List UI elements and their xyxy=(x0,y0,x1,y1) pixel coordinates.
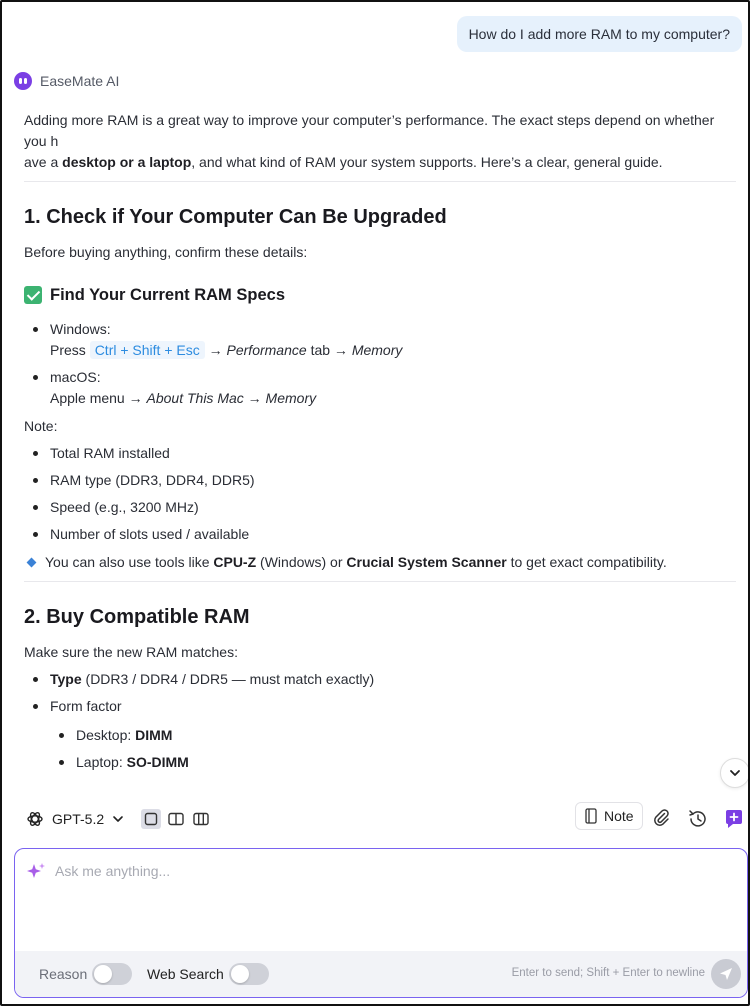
assistant-header: EaseMate AI xyxy=(14,72,119,90)
desktop-value: DIMM xyxy=(135,727,173,743)
openai-logo-icon xyxy=(27,812,43,826)
history-clock-icon xyxy=(689,810,706,827)
web-search-label: Web Search xyxy=(147,966,224,982)
single-pane-icon xyxy=(144,812,158,826)
specs-subheading: Find Your Current RAM Specs xyxy=(24,283,739,307)
list-item-form-factor: Form factor xyxy=(24,696,739,717)
tip-prefix: You can also use tools like xyxy=(45,554,210,570)
type-label: Type xyxy=(50,671,82,687)
divider xyxy=(24,181,736,182)
chat-window: How do I add more RAM to my computer? Ea… xyxy=(0,0,750,1006)
blue-diamond-icon xyxy=(26,557,37,568)
assistant-name: EaseMate AI xyxy=(40,73,120,89)
web-search-toggle[interactable] xyxy=(229,963,269,985)
about-mac-text: About This Mac xyxy=(146,390,244,406)
check-mark-icon xyxy=(24,286,42,304)
list-item-windows: Windows: Press Ctrl + Shift + Esc → Perf… xyxy=(24,319,739,361)
attach-button[interactable] xyxy=(650,806,672,828)
tip-middle: (Windows) or xyxy=(260,554,343,570)
list-item-macos: macOS: Apple menu → About This Mac → Mem… xyxy=(24,367,739,409)
notebook-icon xyxy=(585,808,597,824)
chevron-down-icon xyxy=(730,770,740,776)
keyboard-hint: Enter to send; Shift + Enter to newline xyxy=(511,967,705,979)
model-name: GPT-5.2 xyxy=(52,811,105,827)
intro-text-1: Adding more RAM is a great way to improv… xyxy=(24,112,715,149)
send-button[interactable] xyxy=(711,959,741,989)
laptop-value: SO-DIMM xyxy=(126,754,189,770)
section2-lead: Make sure the new RAM matches: xyxy=(24,644,238,660)
three-pane-icon xyxy=(193,812,209,826)
performance-tab-text: Performance xyxy=(226,342,307,358)
cpuz-text: CPU-Z xyxy=(213,554,257,570)
desktop-label: Desktop: xyxy=(76,727,132,743)
note-item: Total RAM installed xyxy=(24,443,739,464)
model-selector[interactable]: GPT-5.2 xyxy=(26,810,124,828)
send-icon xyxy=(720,968,732,980)
new-chat-icon xyxy=(726,810,742,828)
note-item: Number of slots used / available xyxy=(24,524,739,545)
section2-heading: 2. Buy Compatible RAM xyxy=(24,606,250,628)
easemate-logo-icon xyxy=(14,72,32,90)
list-item-laptop: Laptop: SO-DIMM xyxy=(24,752,739,773)
two-pane-icon xyxy=(168,812,184,826)
tip-line: You can also use tools like CPU-Z (Windo… xyxy=(24,552,739,573)
assistant-answer: Adding more RAM is a great way to improv… xyxy=(24,110,739,773)
reason-toggle[interactable] xyxy=(92,963,132,985)
memory-text: Memory xyxy=(351,342,403,358)
intro-bold: desktop or a laptop xyxy=(62,154,192,170)
note-button[interactable]: Note xyxy=(575,802,643,830)
section1-heading: 1. Check if Your Computer Can Be Upgrade… xyxy=(24,206,447,228)
specs-subheading-text: Find Your Current RAM Specs xyxy=(50,286,285,304)
arrow: → xyxy=(208,342,223,358)
shortcut-code: Ctrl + Shift + Esc xyxy=(89,341,205,359)
history-button[interactable] xyxy=(687,808,709,830)
macos-label: macOS xyxy=(50,369,97,385)
windows-press: Press xyxy=(50,342,86,358)
paperclip-icon xyxy=(654,809,669,826)
two-pane-layout-button[interactable] xyxy=(168,811,184,827)
chevron-down-icon xyxy=(113,816,123,822)
input-footer: Reason Web Search Enter to send; Shift +… xyxy=(15,951,747,997)
sparkle-icon xyxy=(27,863,45,878)
arrow: → xyxy=(247,390,262,406)
crucial-text: Crucial System Scanner xyxy=(346,554,507,570)
three-pane-layout-button[interactable] xyxy=(193,811,209,827)
divider xyxy=(24,581,736,582)
type-detail: (DDR3 / DDR4 / DDR5 — must match exactly… xyxy=(85,671,375,687)
new-chat-button[interactable] xyxy=(723,808,745,830)
section1-lead: Before buying anything, confirm these de… xyxy=(24,244,308,260)
reason-label: Reason xyxy=(39,966,88,982)
intro-paragraph: Adding more RAM is a great way to improv… xyxy=(24,110,739,173)
windows-label: Windows xyxy=(50,321,107,337)
intro-text-3: , and what kind of RAM your system suppo… xyxy=(191,154,663,170)
ram-list: Type (DDR3 / DDR4 / DDR5 — must match ex… xyxy=(24,669,739,773)
apple-menu-text: Apple menu → xyxy=(50,390,143,406)
list-item-desktop: Desktop: DIMM xyxy=(24,725,739,746)
note-item: RAM type (DDR3, DDR4, DDR5) xyxy=(24,470,739,491)
laptop-label: Laptop: xyxy=(76,754,123,770)
chat-input-box: Reason Web Search Enter to send; Shift +… xyxy=(14,848,748,998)
chat-input[interactable] xyxy=(55,859,715,883)
note-label: Note: xyxy=(24,418,58,434)
user-message-bubble: How do I add more RAM to my computer? xyxy=(456,16,742,52)
mac-memory-text: Memory xyxy=(265,390,317,406)
note-item: Speed (e.g., 3200 MHz) xyxy=(24,497,739,518)
list-item-type: Type (DDR3 / DDR4 / DDR5 — must match ex… xyxy=(24,669,739,690)
tip-suffix: to get exact compatibility. xyxy=(510,554,667,570)
single-pane-layout-button[interactable] xyxy=(141,809,161,829)
tab-word: tab → xyxy=(310,342,348,358)
note-list: Total RAM installed RAM type (DDR3, DDR4… xyxy=(24,443,739,545)
intro-text-2: ave a xyxy=(24,154,63,170)
note-label: Note xyxy=(604,808,634,824)
scroll-to-bottom-button[interactable] xyxy=(720,758,748,788)
os-list: Windows: Press Ctrl + Shift + Esc → Perf… xyxy=(24,319,739,409)
chat-toolbar: GPT-5.2 Note xyxy=(2,798,748,840)
